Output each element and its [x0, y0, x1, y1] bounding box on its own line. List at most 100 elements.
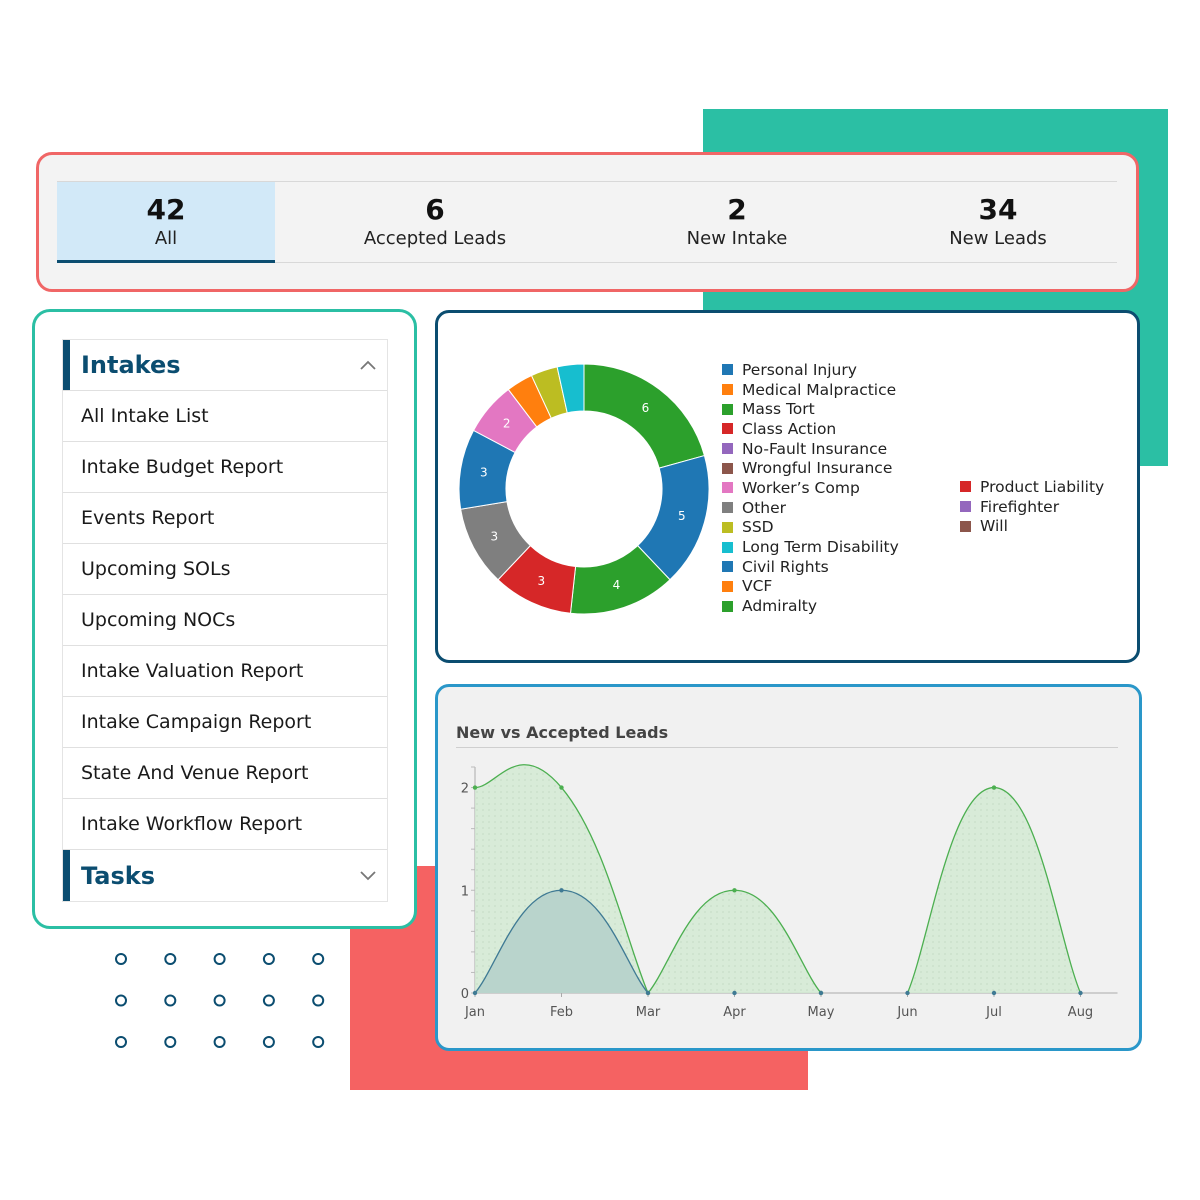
legend-swatch-icon	[960, 481, 971, 493]
y-tick-label: 0	[461, 987, 469, 1002]
sidebar-item-upcoming-nocs[interactable]: Upcoming NOCs	[63, 595, 387, 646]
legend-swatch-icon	[722, 462, 733, 474]
stat-tab-new-leads[interactable]: 34 New Leads	[879, 182, 1117, 262]
legend-swatch-icon	[722, 423, 733, 435]
section-tasks[interactable]: Tasks	[63, 850, 387, 901]
stat-tab-accepted-leads[interactable]: 6 Accepted Leads	[275, 182, 595, 262]
decorative-dot	[115, 1036, 127, 1048]
legend-swatch-icon	[960, 520, 971, 532]
donut-chart: 6 5 4 3 3 3 2	[458, 363, 710, 615]
y-tick-label: 1	[461, 884, 469, 899]
legend-item[interactable]: Wrongful Insurance	[722, 458, 899, 478]
chevron-down-icon[interactable]	[357, 864, 379, 886]
legend-item[interactable]: Class Action	[722, 419, 899, 439]
stats-card: 42 All 6 Accepted Leads 2 New Intake 34 …	[36, 152, 1139, 292]
sidebar-item-intake-valuation-report[interactable]: Intake Valuation Report	[63, 646, 387, 697]
legend-item[interactable]: No-Fault Insurance	[722, 439, 899, 459]
donut-slice-value-label: 3	[491, 530, 499, 544]
legend-swatch-icon	[722, 482, 733, 494]
legend-label: Civil Rights	[742, 557, 829, 576]
legend-label: Personal Injury	[742, 360, 857, 379]
x-tick-label: Feb	[550, 1005, 573, 1020]
donut-slice-value-label: 3	[480, 466, 488, 480]
data-point-new-leads[interactable]	[472, 785, 478, 790]
legend-item[interactable]: Admiralty	[722, 596, 899, 616]
stat-value: 2	[727, 193, 747, 226]
x-tick-label: Jun	[896, 1005, 917, 1020]
stats-tabs: 42 All 6 Accepted Leads 2 New Intake 34 …	[57, 181, 1117, 263]
series-area-pattern-new-leads	[648, 890, 821, 993]
sidebar-item-state-and-venue-report[interactable]: State And Venue Report	[63, 748, 387, 799]
legend-item[interactable]: Medical Malpractice	[722, 380, 899, 400]
legend-item[interactable]: VCF	[722, 577, 899, 597]
legend-swatch-icon	[722, 580, 733, 592]
legend-item[interactable]: Firefighter	[960, 497, 1104, 517]
legend-item[interactable]: SSD	[722, 518, 899, 538]
decorative-dot	[312, 1036, 325, 1048]
data-point-new-leads[interactable]	[991, 785, 997, 790]
stat-label: Accepted Leads	[363, 228, 507, 249]
data-point-new-leads[interactable]	[559, 785, 564, 790]
section-intakes[interactable]: Intakes	[63, 340, 387, 391]
stat-tab-new-intake[interactable]: 2 New Intake	[595, 182, 879, 262]
data-point-accepted-leads[interactable]	[732, 990, 737, 996]
sidebar-item-intake-budget-report[interactable]: Intake Budget Report	[63, 442, 387, 493]
sidebar-item-upcoming-sols[interactable]: Upcoming SOLs	[63, 544, 387, 595]
donut-slice-mass-tort[interactable]	[583, 363, 706, 469]
legend-item[interactable]: Civil Rights	[722, 557, 899, 577]
stat-label: New Leads	[949, 228, 1047, 249]
y-tick-label: 2	[461, 782, 469, 797]
legend-item[interactable]: Other	[722, 498, 899, 518]
section-intakes-label: Intakes	[81, 351, 181, 379]
sidebar-item-events-report[interactable]: Events Report	[63, 493, 387, 544]
legend-column-2: Product Liability Firefighter Will	[960, 477, 1104, 536]
legend-swatch-icon	[960, 501, 971, 513]
legend-item[interactable]: Mass Tort	[722, 399, 899, 419]
legend-label: VCF	[742, 577, 773, 596]
legend-item[interactable]: Personal Injury	[722, 360, 899, 380]
legend-label: Product Liability	[980, 477, 1105, 496]
chevron-up-icon[interactable]	[357, 354, 379, 376]
legend-label: Wrongful Insurance	[742, 459, 893, 478]
decorative-dot	[213, 994, 226, 1007]
donut-slice-value-label: 3	[538, 574, 546, 588]
data-point-accepted-leads[interactable]	[991, 990, 997, 996]
decorative-dot	[213, 1036, 226, 1048]
decorative-dot	[115, 994, 127, 1007]
stat-value: 6	[425, 193, 445, 226]
donut-slice-value-label: 2	[503, 416, 511, 430]
legend-item[interactable]: Product Liability	[960, 477, 1104, 497]
sidebar-item-all-intake-list[interactable]: All Intake List	[63, 391, 387, 442]
legend-item[interactable]: Worker’s Comp	[722, 478, 899, 498]
legend-label: No-Fault Insurance	[742, 439, 888, 458]
stat-tab-all[interactable]: 42 All	[57, 182, 275, 263]
sidebar-item-intake-workflow-report[interactable]: Intake Workflow Report	[63, 799, 387, 850]
data-point-accepted-leads[interactable]	[1078, 990, 1083, 996]
decorative-dot	[312, 953, 325, 965]
decorative-dot	[262, 953, 275, 965]
legend-swatch-icon	[722, 403, 733, 415]
decorative-dot	[262, 1036, 275, 1048]
section-tasks-label: Tasks	[81, 861, 156, 890]
legend-column-1: Personal Injury Medical Malpractice Mass T…	[722, 360, 899, 616]
legend-swatch-icon	[722, 561, 733, 573]
data-point-accepted-leads[interactable]	[645, 990, 651, 996]
x-tick-label: May	[808, 1005, 835, 1020]
data-point-accepted-leads[interactable]	[905, 990, 910, 996]
data-point-accepted-leads[interactable]	[559, 888, 564, 893]
legend-swatch-icon	[722, 502, 733, 514]
data-point-accepted-leads[interactable]	[818, 990, 824, 996]
data-point-accepted-leads[interactable]	[472, 990, 478, 996]
series-area-pattern-new-leads	[907, 787, 1081, 993]
legend-label: Class Action	[742, 419, 837, 438]
legend-label: Worker’s Comp	[742, 478, 860, 497]
decorative-dot	[164, 994, 177, 1007]
sidebar-menu: Intakes All Intake List Intake Budget Rep…	[62, 339, 388, 902]
donut-slice-value-label: 4	[613, 578, 621, 592]
legend-item[interactable]: Long Term Disability	[722, 537, 899, 557]
data-point-new-leads[interactable]	[732, 888, 737, 893]
x-tick-label: Apr	[723, 1005, 746, 1020]
legend-item[interactable]: Will	[960, 516, 1104, 536]
sidebar-item-intake-campaign-report[interactable]: Intake Campaign Report	[63, 697, 387, 748]
x-tick-label: Mar	[636, 1005, 661, 1020]
